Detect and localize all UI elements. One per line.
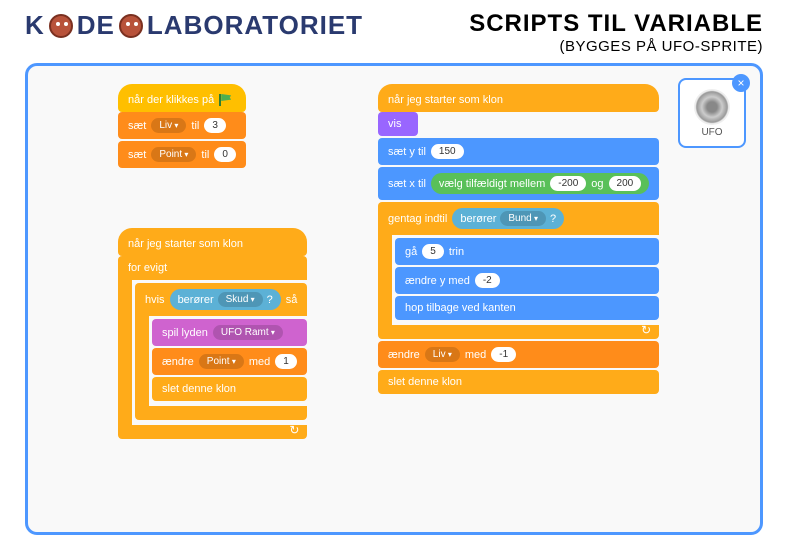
- script-clone-collision: når jeg starter som klon for evigt hvis …: [118, 228, 307, 441]
- ufo-sprite-icon: [694, 89, 730, 125]
- variable-dropdown[interactable]: Liv: [425, 347, 460, 362]
- title-box: SCRIPTS TIL VARIABLE (BYGGES PÅ UFO-SPRI…: [469, 10, 763, 55]
- block-bounce-edge[interactable]: hop tilbage ved kanten: [395, 296, 659, 320]
- number-input[interactable]: -1: [491, 347, 516, 362]
- variable-dropdown[interactable]: Liv: [151, 118, 186, 133]
- block-move-steps[interactable]: gå 5 trin: [395, 238, 659, 265]
- block-set-liv[interactable]: sæt Liv til 3: [118, 112, 246, 139]
- hat-when-start-as-clone[interactable]: når jeg starter som klon: [118, 228, 307, 256]
- operator-pick-random[interactable]: vælg tilfældigt mellem -200 og 200: [431, 173, 649, 194]
- block-repeat-until[interactable]: gentag indtil berører Bund ? gå 5 trin æ…: [378, 202, 659, 339]
- hat-when-start-as-clone[interactable]: når jeg starter som klon: [378, 84, 659, 112]
- green-flag-icon: [219, 94, 233, 106]
- logo-robot-icon: [119, 14, 143, 38]
- block-set-point[interactable]: sæt Point til 0: [118, 141, 246, 168]
- logo: K DE LABORATORIET: [25, 10, 363, 41]
- logo-text-3: LABORATORIET: [147, 10, 363, 41]
- script-canvas: × UFO når der klikkes på sæt Liv til 3 s…: [25, 63, 763, 535]
- page-title: SCRIPTS TIL VARIABLE: [469, 10, 763, 38]
- variable-dropdown[interactable]: Point: [151, 147, 196, 162]
- sprite-thumbnail-card[interactable]: × UFO: [678, 78, 746, 148]
- number-input[interactable]: -2: [475, 273, 500, 288]
- number-input[interactable]: 3: [204, 118, 226, 133]
- block-show[interactable]: vis: [378, 112, 418, 136]
- sensing-touching[interactable]: berører Skud ?: [170, 289, 281, 310]
- number-input[interactable]: -200: [550, 176, 586, 191]
- touching-dropdown[interactable]: Bund: [500, 211, 546, 226]
- block-change-y[interactable]: ændre y med -2: [395, 267, 659, 294]
- header: K DE LABORATORIET SCRIPTS TIL VARIABLE (…: [0, 0, 788, 55]
- page-subtitle: (BYGGES PÅ UFO-SPRITE): [469, 38, 763, 55]
- block-change-point[interactable]: ændre Point med 1: [152, 348, 307, 375]
- logo-text-2: DE: [77, 10, 115, 41]
- variable-dropdown[interactable]: Point: [199, 354, 244, 369]
- script-init-variables: når der klikkes på sæt Liv til 3 sæt Poi…: [118, 84, 246, 170]
- number-input[interactable]: 5: [422, 244, 444, 259]
- block-delete-clone[interactable]: slet denne klon: [152, 377, 307, 401]
- number-input[interactable]: 1: [275, 354, 297, 369]
- touching-dropdown[interactable]: Skud: [218, 292, 263, 307]
- logo-robot-icon: [49, 14, 73, 38]
- block-set-y[interactable]: sæt y til 150: [378, 138, 659, 165]
- block-if[interactable]: hvis berører Skud ? så spil lyden UFO Ra…: [135, 283, 307, 420]
- number-input[interactable]: 200: [609, 176, 642, 191]
- number-input[interactable]: 0: [214, 147, 236, 162]
- close-icon[interactable]: ×: [732, 74, 750, 92]
- sound-dropdown[interactable]: UFO Ramt: [213, 325, 283, 340]
- block-set-x[interactable]: sæt x til vælg tilfældigt mellem -200 og…: [378, 167, 659, 200]
- block-delete-clone[interactable]: slet denne klon: [378, 370, 659, 394]
- logo-text-1: K: [25, 10, 45, 41]
- block-play-sound[interactable]: spil lyden UFO Ramt: [152, 319, 307, 346]
- hat-when-flag-clicked[interactable]: når der klikkes på: [118, 84, 246, 112]
- script-clone-movement: når jeg starter som klon vis sæt y til 1…: [378, 84, 659, 396]
- block-forever[interactable]: for evigt hvis berører Skud ? så: [118, 256, 307, 439]
- number-input[interactable]: 150: [431, 144, 464, 159]
- hat-label: når der klikkes på: [128, 94, 214, 106]
- sensing-touching[interactable]: berører Bund ?: [452, 208, 564, 229]
- sprite-label: UFO: [701, 127, 722, 138]
- block-change-liv[interactable]: ændre Liv med -1: [378, 341, 659, 368]
